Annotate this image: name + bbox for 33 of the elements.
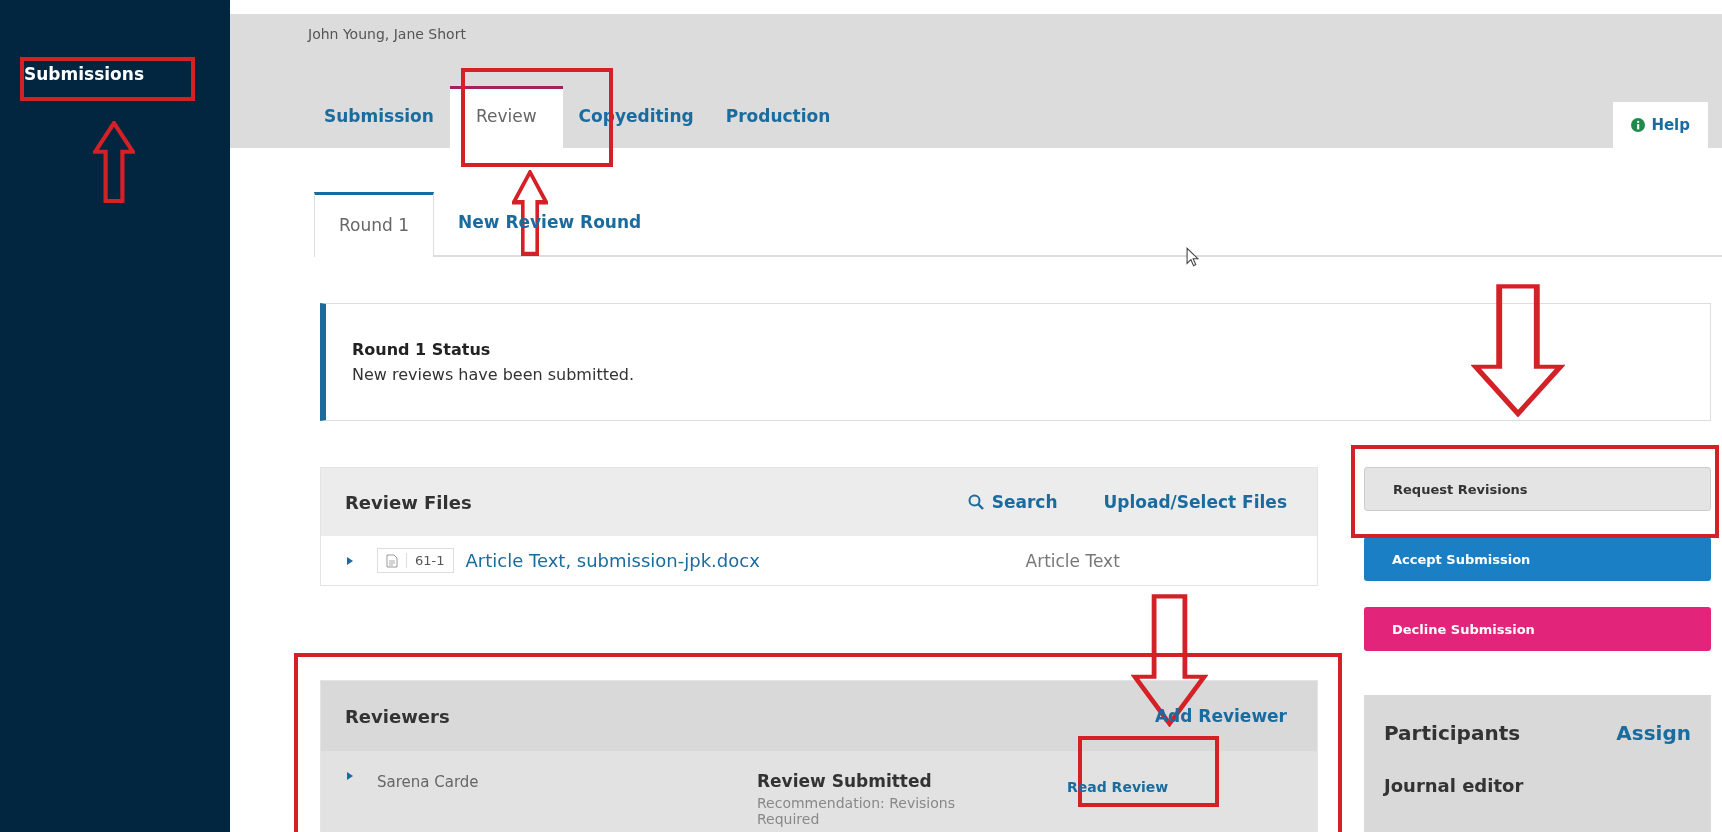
panel-title: Reviewers <box>345 705 450 727</box>
decision-button[interactable]: Request Revisions <box>1364 467 1711 511</box>
sidebar-item[interactable]: Submissions <box>24 64 145 84</box>
status-title: Round 1 Status <box>352 340 492 359</box>
stage-tab[interactable]: Submission <box>308 86 450 148</box>
reviewer-name: Sarena Carde <box>377 773 480 791</box>
participant-group: Journal editor <box>1384 775 1691 796</box>
panel-title: Review Files <box>345 491 472 513</box>
up-arrow-icon <box>93 121 135 203</box>
search-link[interactable]: Search <box>967 492 1058 512</box>
stage-tab[interactable]: Review <box>449 86 563 148</box>
review-status: Review Submitted <box>757 771 933 791</box>
panel-title: Participants <box>1384 721 1521 745</box>
file-type: Article Text <box>1025 550 1120 571</box>
search-icon <box>967 494 984 510</box>
down-arrow-icon <box>1471 283 1565 417</box>
stage-tab[interactable]: Production <box>709 86 847 148</box>
decision-button[interactable]: Decline Submission <box>1364 607 1711 651</box>
decision-button[interactable]: Accept Submission <box>1364 537 1711 581</box>
expand-toggle[interactable] <box>345 771 355 781</box>
assign-link[interactable]: Assign <box>1616 721 1691 745</box>
status-message: New reviews have been submitted. <box>352 365 636 384</box>
author-names: John Young, Jane Short <box>308 26 466 42</box>
document-icon <box>386 553 398 568</box>
file-link[interactable]: Article Text, submission-jpk.docx <box>465 550 1026 571</box>
cursor-icon <box>1186 247 1199 267</box>
upload-link[interactable]: Upload/Select Files <box>1103 492 1287 512</box>
file-id: 61-1 <box>406 553 445 568</box>
expand-toggle[interactable] <box>345 555 355 566</box>
recommendation: Recommendation: Revisions Required <box>757 795 956 827</box>
round-tab[interactable]: Round 1 <box>314 192 434 257</box>
info-icon <box>1631 118 1646 132</box>
help-tab[interactable]: Help <box>1613 102 1708 148</box>
